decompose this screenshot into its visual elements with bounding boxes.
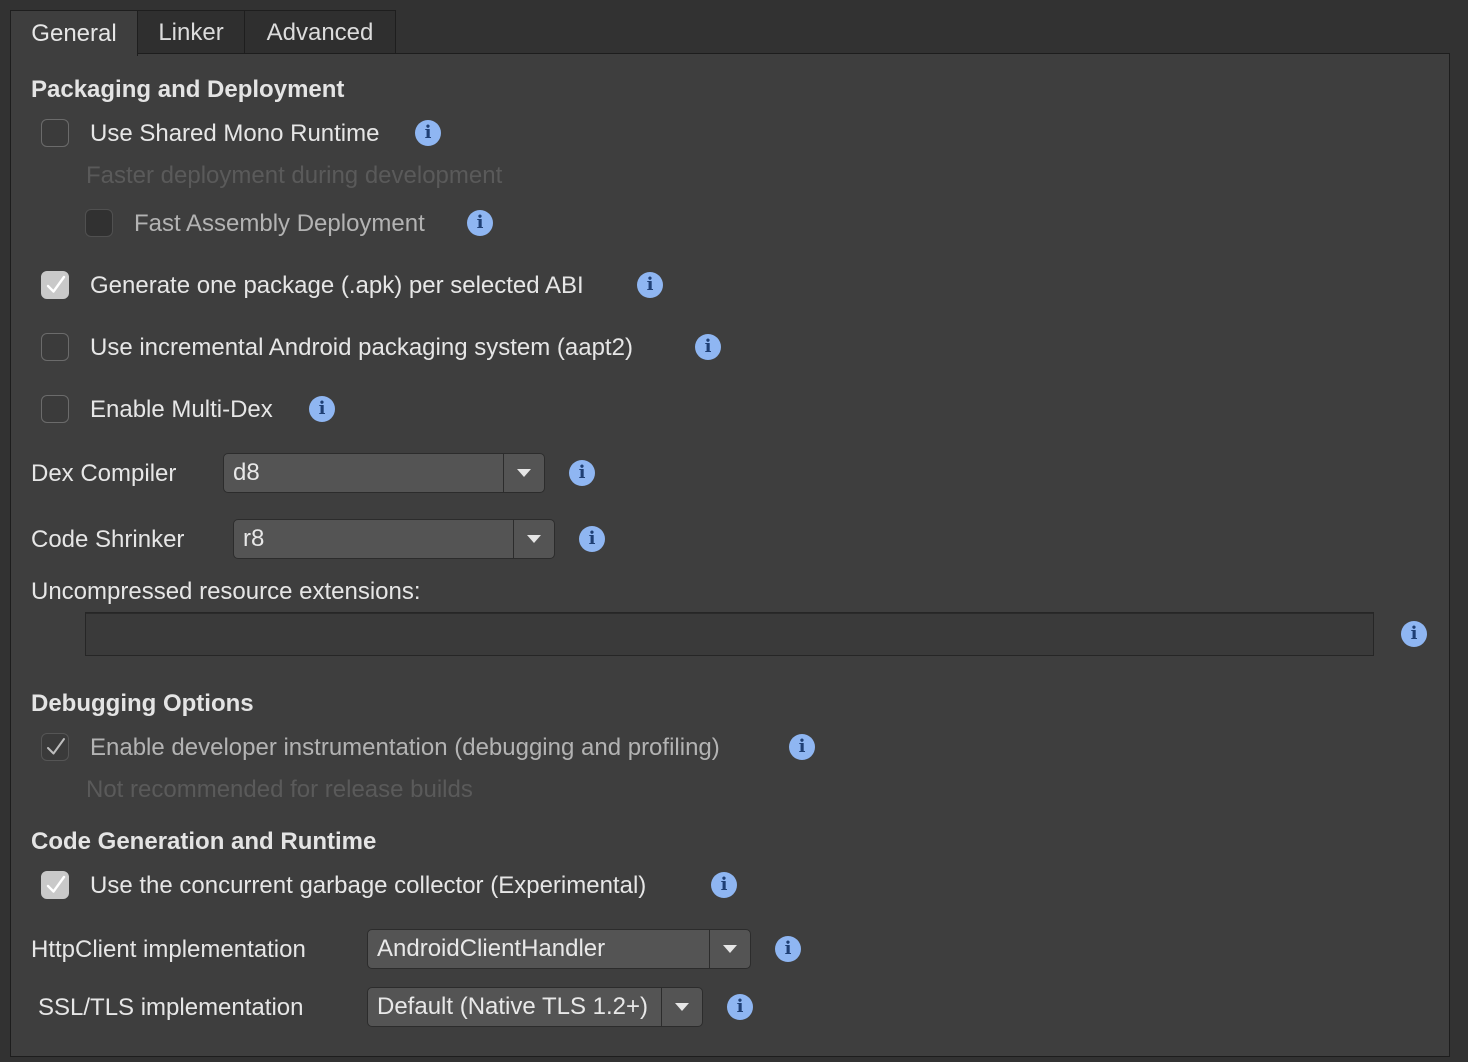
multidex-label: Enable Multi-Dex: [90, 396, 273, 423]
checkmark-icon: [46, 875, 66, 893]
chevron-down-icon[interactable]: [709, 930, 750, 968]
section-title-codegen: Code Generation and Runtime: [31, 828, 377, 855]
per-abi-label: Generate one package (.apk) per selected…: [90, 272, 584, 299]
uncompressed-label: Uncompressed resource extensions:: [31, 578, 421, 605]
ssl-value: Default (Native TLS 1.2+): [377, 993, 649, 1020]
shared-mono-checkbox[interactable]: [41, 119, 69, 147]
per-abi-info-icon[interactable]: i: [637, 272, 663, 298]
code-shrinker-label: Code Shrinker: [31, 526, 185, 553]
shared-mono-hint: Faster deployment during development: [86, 162, 503, 189]
chevron-down-icon[interactable]: [661, 988, 702, 1026]
tab-advanced[interactable]: Advanced: [244, 10, 396, 54]
httpclient-label: HttpClient implementation: [31, 936, 306, 963]
code-shrinker-value: r8: [243, 525, 265, 552]
dex-compiler-label: Dex Compiler: [31, 460, 177, 487]
per-abi-checkbox[interactable]: [41, 271, 69, 299]
instrumentation-info-icon[interactable]: i: [789, 734, 815, 760]
dex-compiler-value: d8: [233, 459, 260, 486]
tab-linker[interactable]: Linker: [137, 10, 245, 54]
dex-compiler-info-icon[interactable]: i: [569, 460, 595, 486]
concurrent-gc-label: Use the concurrent garbage collector (Ex…: [90, 872, 647, 899]
instrumentation-checkbox[interactable]: [41, 733, 69, 761]
concurrent-gc-info-icon[interactable]: i: [711, 872, 737, 898]
dex-compiler-select[interactable]: d8: [223, 453, 545, 493]
ssl-info-icon[interactable]: i: [727, 994, 753, 1020]
aapt2-info-icon[interactable]: i: [695, 334, 721, 360]
multidex-checkbox[interactable]: [41, 395, 69, 423]
ssl-select[interactable]: Default (Native TLS 1.2+): [367, 987, 703, 1027]
uncompressed-info-icon[interactable]: i: [1401, 621, 1427, 647]
httpclient-info-icon[interactable]: i: [775, 936, 801, 962]
fast-assembly-info-icon[interactable]: i: [467, 210, 493, 236]
general-panel: [10, 53, 1450, 1057]
checkmark-icon: [47, 738, 65, 755]
instrumentation-hint: Not recommended for release builds: [86, 776, 473, 803]
aapt2-checkbox[interactable]: [41, 333, 69, 361]
uncompressed-extensions-input[interactable]: [85, 612, 1374, 656]
section-title-packaging: Packaging and Deployment: [31, 76, 345, 103]
shared-mono-info-icon[interactable]: i: [415, 120, 441, 146]
chevron-down-icon[interactable]: [503, 454, 544, 492]
httpclient-select[interactable]: AndroidClientHandler: [367, 929, 751, 969]
ssl-label: SSL/TLS implementation: [38, 994, 304, 1021]
tab-bar: General Linker Advanced: [10, 10, 396, 56]
section-title-debugging: Debugging Options: [31, 690, 254, 717]
fast-assembly-checkbox[interactable]: [85, 209, 113, 237]
concurrent-gc-checkbox[interactable]: [41, 871, 69, 899]
checkmark-icon: [46, 275, 66, 293]
shared-mono-label: Use Shared Mono Runtime: [90, 120, 380, 147]
code-shrinker-info-icon[interactable]: i: [579, 526, 605, 552]
multidex-info-icon[interactable]: i: [309, 396, 335, 422]
httpclient-value: AndroidClientHandler: [377, 935, 606, 962]
code-shrinker-select[interactable]: r8: [233, 519, 555, 559]
tab-general[interactable]: General: [10, 10, 138, 56]
instrumentation-label: Enable developer instrumentation (debugg…: [90, 734, 720, 761]
project-options-window: General Linker Advanced Packaging and De…: [0, 0, 1468, 1062]
fast-assembly-label: Fast Assembly Deployment: [134, 210, 425, 237]
chevron-down-icon[interactable]: [513, 520, 554, 558]
aapt2-label: Use incremental Android packaging system…: [90, 334, 633, 361]
